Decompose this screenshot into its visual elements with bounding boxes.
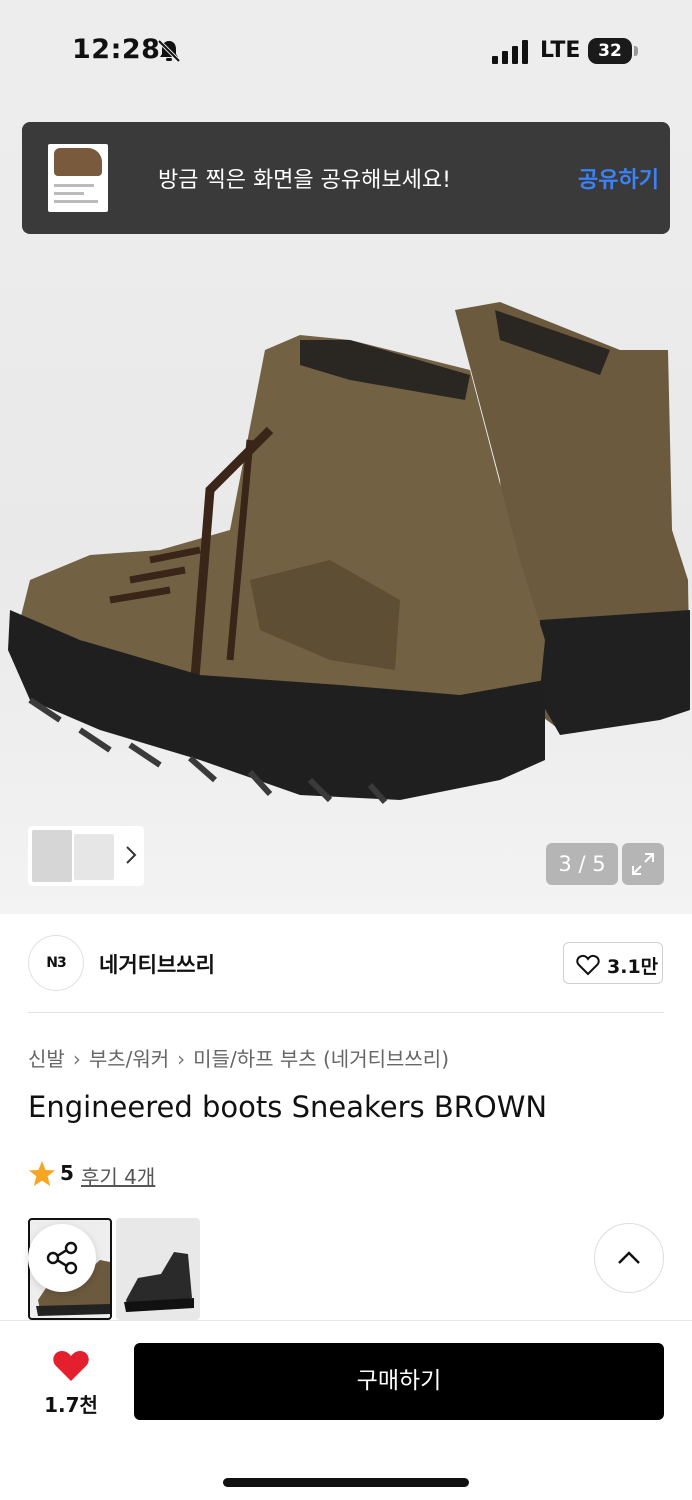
battery-level: 32: [598, 41, 622, 61]
option-image: [124, 1252, 194, 1312]
status-bar: 12:28 LTE 32: [0, 0, 692, 100]
screenshot-thumbnail[interactable]: [48, 144, 108, 212]
rating-value: 5: [60, 1161, 74, 1185]
breadcrumb-item[interactable]: 부츠/워커: [89, 1047, 169, 1071]
chevron-right-icon: ›: [177, 1047, 186, 1071]
expand-icon: [632, 853, 654, 875]
color-option-black[interactable]: [116, 1218, 200, 1320]
heart-outline-icon: [576, 954, 600, 976]
store-name[interactable]: 네거티브쓰리: [99, 949, 215, 979]
breadcrumb-item[interactable]: 신발: [28, 1047, 65, 1071]
product-image: [8, 302, 690, 804]
share-action-button[interactable]: 공유하기: [578, 162, 659, 194]
scroll-top-button[interactable]: [594, 1223, 664, 1293]
breadcrumb: 신발 › 부츠/워커 › 미들/하프 부츠 (네거티브쓰리): [28, 1043, 449, 1072]
thumbnail-image[interactable]: [32, 830, 72, 882]
store-like-button[interactable]: 3.1만: [563, 942, 663, 984]
bell-slash-icon: [157, 39, 181, 63]
bottom-action-bar: 1.7천 구매하기: [0, 1320, 692, 1500]
divider: [28, 1012, 664, 1013]
expand-button[interactable]: [622, 843, 664, 885]
status-time: 12:28: [72, 34, 161, 65]
home-indicator: [223, 1478, 469, 1487]
like-count: 1.7천: [44, 1393, 98, 1417]
toast-message: 방금 찍은 화면을 공유해보세요!: [158, 168, 451, 193]
buy-button[interactable]: 구매하기: [134, 1343, 664, 1420]
network-label: LTE: [540, 38, 581, 63]
signal-icon: [492, 40, 528, 64]
image-thumbnail-strip[interactable]: [28, 826, 144, 886]
star-icon: [29, 1161, 55, 1186]
store-like-count: 3.1만: [607, 956, 659, 978]
product-title: Engineered boots Sneakers BROWN: [28, 1090, 548, 1124]
image-counter: 3 / 5: [546, 843, 618, 885]
share-icon: [46, 1241, 78, 1275]
thumbnail-image[interactable]: [74, 834, 114, 880]
heart-filled-icon: [53, 1350, 89, 1381]
share-toast: 방금 찍은 화면을 공유해보세요! 공유하기: [22, 122, 670, 234]
breadcrumb-item[interactable]: 미들/하프 부츠 (네거티브쓰리): [193, 1047, 449, 1071]
battery-icon: 32: [588, 38, 638, 64]
chevron-up-icon: [618, 1251, 640, 1264]
store-logo[interactable]: N3: [28, 935, 84, 991]
share-button[interactable]: [28, 1224, 96, 1292]
chevron-right-icon[interactable]: [124, 843, 138, 867]
like-button[interactable]: 1.7천: [36, 1345, 106, 1419]
chevron-right-icon: ›: [72, 1047, 81, 1071]
review-link[interactable]: 후기 4개: [81, 1161, 155, 1190]
